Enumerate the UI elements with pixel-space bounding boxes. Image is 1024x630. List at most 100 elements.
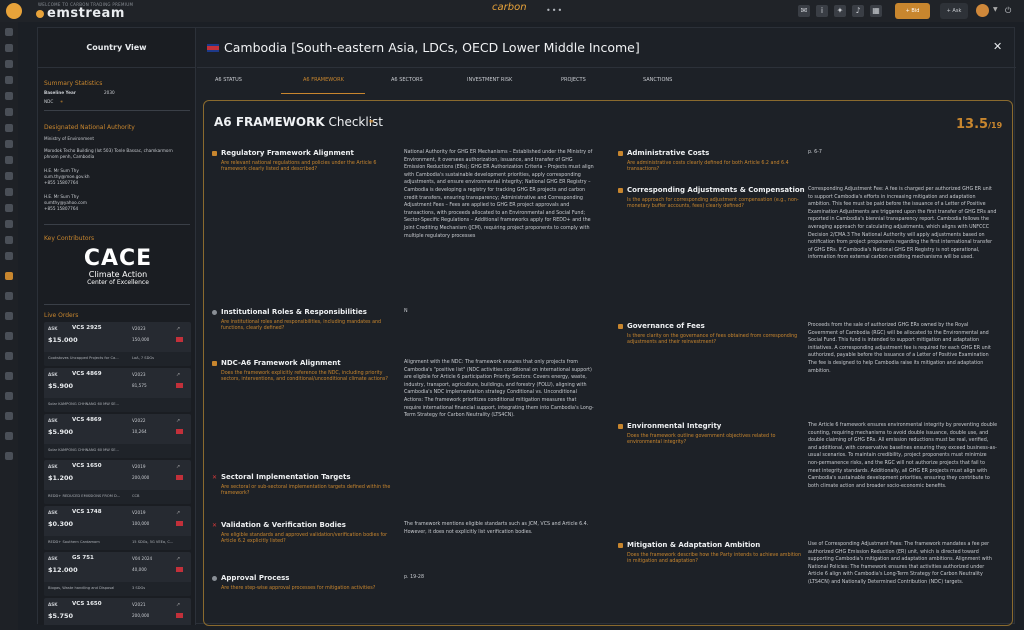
order-quantity: 200,000 bbox=[132, 613, 150, 618]
cace-logo[interactable]: CACE Climate Action Center of Excellence bbox=[68, 248, 168, 287]
order-chart-icon[interactable]: ↗ bbox=[176, 556, 180, 562]
rail-trend-icon[interactable] bbox=[5, 188, 13, 196]
rail-doc-icon[interactable] bbox=[5, 92, 13, 100]
chevron-down-icon[interactable]: ▼ bbox=[993, 6, 998, 13]
checklist-item-title: Mitigation & Adaptation Ambition bbox=[627, 541, 761, 549]
checklist-item-question: Are administrative costs clearly defined… bbox=[627, 161, 789, 172]
power-icon[interactable]: ⏻ bbox=[1005, 6, 1011, 16]
rail-folder-icon[interactable] bbox=[5, 108, 13, 116]
rail-stack-icon[interactable] bbox=[5, 172, 13, 180]
rail-flag-icon[interactable] bbox=[5, 312, 13, 320]
rail-dollar-icon[interactable] bbox=[5, 236, 13, 244]
order-description: Cookstoves Uncapped Projects for Ca... Lo… bbox=[44, 352, 191, 366]
rail-grid-icon[interactable] bbox=[5, 140, 13, 148]
mail-icon[interactable]: ✉ bbox=[798, 5, 810, 17]
checklist-item-title: Validation & Verification Bodies bbox=[221, 521, 346, 529]
cace-logo-text: CACE bbox=[83, 246, 153, 271]
check-icon bbox=[212, 151, 217, 156]
leaf-icon[interactable]: ✦ bbox=[834, 5, 846, 17]
tab-projects[interactable]: PROJECTS bbox=[561, 77, 586, 83]
check-icon bbox=[212, 361, 217, 366]
tab-sanctions[interactable]: SANCTIONS bbox=[643, 77, 672, 83]
rail-phone-icon[interactable] bbox=[5, 372, 13, 380]
brand-logo[interactable]: emstream bbox=[36, 6, 125, 21]
calendar-icon[interactable]: ▦ bbox=[870, 5, 882, 17]
checklist-title: A6 FRAMEWORK Checklist bbox=[214, 115, 383, 129]
order-chart-icon[interactable]: ↗ bbox=[176, 372, 180, 378]
order-chart-icon[interactable]: ↗ bbox=[176, 326, 180, 332]
order-card[interactable]: ASK VCS 1650 V2019 ↗ $1.200 200,000 REDD+ REDU… bbox=[44, 460, 191, 504]
tab-a6-framework[interactable]: A6 FRAMEWORK bbox=[303, 77, 344, 83]
order-vintage: V2021 bbox=[132, 602, 146, 607]
order-card[interactable]: ASK VCS 4869 V2022 ↗ $5.900 10,264 Solar KAMPO… bbox=[44, 414, 191, 458]
bid-button[interactable]: + Bid bbox=[895, 3, 930, 19]
rail-settings-icon[interactable] bbox=[5, 332, 13, 340]
order-price: $15.000 bbox=[48, 336, 78, 344]
order-description: REDD+ Southern Cardamom 15 SDGs, 5G VEEa,… bbox=[44, 536, 191, 550]
checklist-item-answer: N bbox=[404, 309, 408, 314]
divider bbox=[44, 224, 190, 225]
tab-investment-risk[interactable]: INVESTMENT RISK bbox=[467, 77, 512, 83]
rail-report-icon[interactable] bbox=[5, 252, 13, 260]
info-icon[interactable]: i bbox=[816, 5, 828, 17]
score-total: /19 bbox=[988, 121, 1003, 130]
order-chart-icon[interactable]: ↗ bbox=[176, 464, 180, 470]
order-card[interactable]: ASK VCS 1748 V2019 ↗ $0.300 100,000 REDD+ Sout… bbox=[44, 506, 191, 550]
checklist-item-answer: Alignment with the NDC: The framework en… bbox=[404, 360, 594, 419]
order-project: VCS 1650 bbox=[72, 463, 102, 469]
rail-table-icon[interactable] bbox=[5, 204, 13, 212]
ask-button[interactable]: + Ask bbox=[940, 3, 968, 19]
order-card[interactable]: ASK VCS 2925 V2023 ↗ $15.000 150,000 Cookstove… bbox=[44, 322, 191, 366]
rail-list-icon[interactable] bbox=[5, 76, 13, 84]
checklist-item-question: Are institutional roles and responsibili… bbox=[221, 320, 382, 331]
rail-chart-icon[interactable] bbox=[5, 60, 13, 68]
link-icon[interactable]: ⚭ bbox=[368, 117, 375, 126]
order-desc-text: REDD+ REDUCED EMISSIONS FROM D... bbox=[48, 494, 121, 498]
order-side: ASK bbox=[48, 556, 58, 561]
order-card[interactable]: ASK VCS 4869 V2023 ↗ $5.900 81,575 Solar KAMPO… bbox=[44, 368, 191, 412]
tab-a6-sectors[interactable]: A6 SECTORS bbox=[391, 77, 423, 83]
cambodia-flag-icon bbox=[176, 337, 183, 342]
country-view-panel: Country View Summary Statistics Baseline… bbox=[38, 28, 196, 625]
active-tab-underline bbox=[281, 93, 365, 94]
checklist-item-title: Administrative Costs bbox=[627, 149, 710, 157]
order-price: $5.900 bbox=[48, 428, 74, 436]
cambodia-flag-icon bbox=[176, 613, 183, 618]
rail-tree-icon[interactable] bbox=[5, 220, 13, 228]
divider bbox=[44, 304, 190, 305]
rail-book-icon[interactable] bbox=[5, 392, 13, 400]
rail-globe-icon[interactable] bbox=[5, 44, 13, 52]
rail-lock-icon[interactable] bbox=[5, 432, 13, 440]
order-chart-icon[interactable]: ↗ bbox=[176, 418, 180, 424]
order-price: $5.900 bbox=[48, 382, 74, 390]
app-logo-icon[interactable] bbox=[6, 3, 22, 19]
rail-home-icon[interactable] bbox=[5, 28, 13, 36]
bell-icon[interactable]: ♪ bbox=[852, 5, 864, 17]
order-project: VCS 1748 bbox=[72, 509, 102, 515]
rail-carbon-icon[interactable] bbox=[5, 272, 13, 280]
order-quantity: 40,000 bbox=[132, 567, 147, 572]
avatar[interactable] bbox=[976, 4, 989, 17]
order-chart-icon[interactable]: ↗ bbox=[176, 602, 180, 608]
order-card[interactable]: ASKVCS 1650V2021↗$5.750200,000REDD+ REDU… bbox=[44, 598, 191, 625]
order-quantity: 150,000 bbox=[132, 337, 150, 342]
rail-chat-icon[interactable] bbox=[5, 352, 13, 360]
rail-shield-icon[interactable] bbox=[5, 412, 13, 420]
order-tags: 3 SDGs bbox=[132, 586, 146, 590]
rail-map-icon[interactable] bbox=[5, 156, 13, 164]
dna-title: Designated National Authority bbox=[44, 124, 135, 131]
rail-user-icon[interactable] bbox=[5, 292, 13, 300]
close-icon[interactable]: ✕ bbox=[993, 40, 1002, 53]
rail-bank-icon[interactable] bbox=[5, 124, 13, 132]
more-dots-icon[interactable]: ••• bbox=[546, 6, 563, 15]
rail-help-icon[interactable] bbox=[5, 452, 13, 460]
country-groups: [South-eastern Asia, LDCs, OECD Lower Mi… bbox=[291, 40, 640, 55]
ndc-link-icon[interactable]: ⚭ bbox=[60, 99, 64, 104]
order-chart-icon[interactable]: ↗ bbox=[176, 510, 180, 516]
order-description: Solar KAMPONG CHHNANG 60 MW SE... bbox=[44, 444, 191, 458]
tab-a6-status[interactable]: A6 STATUS bbox=[215, 77, 242, 83]
divider bbox=[44, 110, 190, 111]
check-icon bbox=[618, 324, 623, 329]
order-card[interactable]: ASK GS 751 V04 2024 ↗ $12.000 40,000 Biogas, W… bbox=[44, 552, 191, 596]
top-bar: WELCOME TO CARBON TRADING PREMIUM emstre… bbox=[0, 0, 1024, 22]
